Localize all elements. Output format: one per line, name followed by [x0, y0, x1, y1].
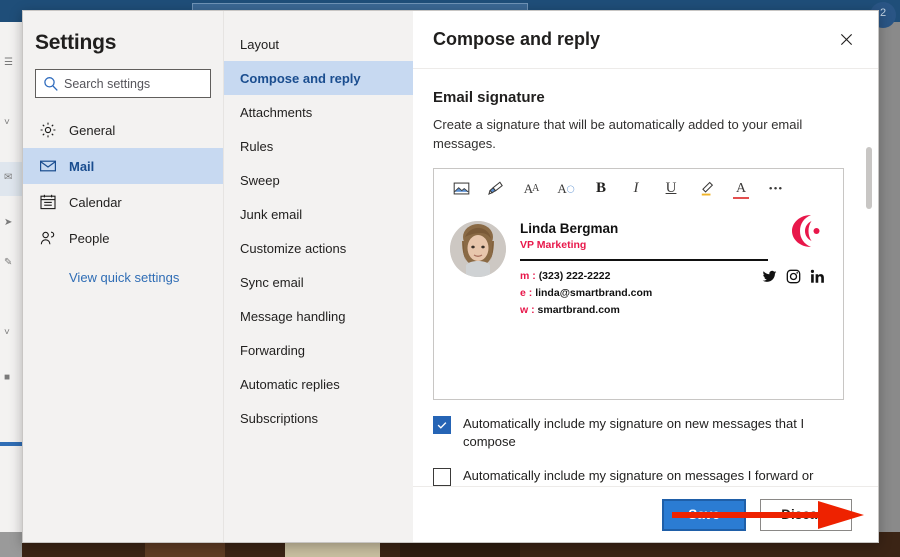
- signature-role: VP Marketing: [520, 238, 587, 251]
- sidebar-item-label: People: [69, 230, 110, 246]
- font-color-icon[interactable]: A: [730, 178, 752, 200]
- instagram-icon[interactable]: [786, 269, 801, 289]
- sidebar-item-label: General: [69, 122, 116, 138]
- search-input[interactable]: [60, 76, 225, 91]
- settings-sidebar: Settings General: [23, 11, 225, 542]
- page-title: Compose and reply: [433, 29, 601, 49]
- smartbrand-logo-icon: [787, 213, 823, 249]
- detail-body: Email signature Create a signature that …: [413, 69, 878, 486]
- checkbox-row-forward-reply[interactable]: Automatically include my signature on me…: [433, 467, 844, 486]
- checkbox-row-new-messages[interactable]: Automatically include my signature on ne…: [433, 415, 844, 452]
- format-painter-icon[interactable]: [485, 178, 507, 200]
- subnav-item-message-handling[interactable]: Message handling: [224, 299, 413, 333]
- contact-line-web: w : smartbrand.com: [520, 303, 620, 316]
- contact-key: w: [520, 303, 529, 316]
- signature-content[interactable]: Linda Bergman VP Marketing m : (323) 222…: [434, 209, 843, 399]
- envelope-icon: [39, 157, 57, 175]
- search-icon: [42, 75, 60, 93]
- sidebar-item-label: Mail: [69, 158, 95, 174]
- sidebar-item-label: Calendar: [69, 194, 122, 210]
- settings-dialog: Settings General: [22, 10, 879, 543]
- background-rail-send-icon: ➤: [4, 217, 13, 228]
- subnav-item-compose-and-reply[interactable]: Compose and reply: [224, 61, 413, 95]
- contact-value: (323) 222-2222: [538, 269, 611, 282]
- detail-pane: Compose and reply Email signature Create…: [413, 11, 878, 542]
- background-rail-chevron2-icon: ˅: [4, 327, 10, 338]
- linkedin-icon[interactable]: [810, 269, 825, 289]
- bold-icon[interactable]: B: [590, 178, 612, 200]
- signature-contacts: m : (323) 222-2222 e : linda@smartbrand.…: [520, 268, 768, 319]
- underline-icon[interactable]: U: [660, 178, 682, 200]
- more-options-icon[interactable]: •••: [765, 178, 787, 200]
- subnav-item-sync-email[interactable]: Sync email: [224, 265, 413, 299]
- sidebar-item-calendar[interactable]: Calendar: [23, 184, 223, 220]
- checkbox-new-messages[interactable]: [433, 415, 451, 434]
- background-rail-inbox-icon: ✉: [4, 172, 13, 183]
- subnav-item-automatic-replies[interactable]: Automatic replies: [224, 367, 413, 401]
- signature-toolbar: AA A ◯ B I U A •••: [434, 169, 843, 209]
- detail-scrollbar[interactable]: [866, 137, 872, 486]
- discard-button[interactable]: Discard: [760, 498, 852, 531]
- insert-picture-icon[interactable]: [450, 178, 472, 200]
- signature-divider: [520, 258, 768, 261]
- subnav-item-subscriptions[interactable]: Subscriptions: [224, 401, 413, 435]
- subnav-item-rules[interactable]: Rules: [224, 129, 413, 163]
- view-quick-settings-link[interactable]: View quick settings: [23, 270, 223, 285]
- background-rail-menu-icon: ☰: [4, 57, 13, 68]
- avatar: [450, 220, 506, 277]
- font-grow-icon[interactable]: A ◯: [555, 178, 577, 200]
- signature-editor[interactable]: AA A ◯ B I U A ••• Linda Bergman VP Mark…: [433, 167, 844, 400]
- settings-title: Settings: [35, 31, 117, 54]
- detail-header: Compose and reply: [413, 11, 878, 69]
- people-icon: [39, 229, 57, 247]
- signature-name: Linda Bergman: [520, 220, 619, 236]
- highlight-icon[interactable]: [695, 178, 717, 200]
- subnav-item-sweep[interactable]: Sweep: [224, 163, 413, 197]
- subnav-item-forwarding[interactable]: Forwarding: [224, 333, 413, 367]
- signature-text-block: Linda Bergman VP Marketing m : (323) 222…: [520, 221, 768, 319]
- contact-line-mobile: m : (323) 222-2222: [520, 269, 611, 282]
- close-icon[interactable]: [832, 26, 860, 54]
- contact-line-email: e : linda@smartbrand.com: [520, 286, 653, 299]
- font-size-icon[interactable]: AA: [520, 178, 542, 200]
- sidebar-item-people[interactable]: People: [23, 220, 223, 256]
- subnav-item-customize-actions[interactable]: Customize actions: [224, 231, 413, 265]
- italic-icon[interactable]: I: [625, 178, 647, 200]
- save-button[interactable]: Save: [662, 498, 746, 531]
- contact-key: m: [520, 269, 530, 282]
- checkbox-label: Automatically include my signature on ne…: [463, 415, 805, 450]
- contact-value: linda@smartbrand.com: [535, 286, 653, 299]
- section-title: Email signature: [433, 89, 545, 106]
- subnav-item-junk-email[interactable]: Junk email: [224, 197, 413, 231]
- scrollbar-thumb[interactable]: [866, 147, 872, 209]
- section-description: Create a signature that will be automati…: [433, 117, 803, 151]
- background-rail-draft-icon: ✎: [4, 257, 13, 268]
- sidebar-item-general[interactable]: General: [23, 112, 223, 148]
- calendar-icon: [39, 193, 57, 211]
- settings-subnav: Layout Compose and reply Attachments Rul…: [223, 11, 413, 542]
- subnav-item-attachments[interactable]: Attachments: [224, 95, 413, 129]
- background-rail-chevron-icon: ˅: [4, 117, 10, 128]
- search-settings-box[interactable]: [35, 69, 225, 98]
- gear-icon: [39, 121, 57, 139]
- twitter-icon[interactable]: [762, 269, 777, 289]
- detail-footer: Save Discard: [413, 486, 878, 542]
- sidebar-item-mail[interactable]: Mail: [23, 148, 223, 184]
- checkbox-forward-reply[interactable]: [433, 467, 451, 486]
- background-rail-archive-icon: ■: [4, 372, 11, 383]
- signature-social-links: [762, 269, 825, 289]
- checkbox-label: Automatically include my signature on me…: [463, 467, 814, 483]
- subnav-item-layout[interactable]: Layout: [224, 27, 413, 61]
- contact-value: smartbrand.com: [537, 303, 620, 316]
- background-rail-accent: [0, 442, 22, 446]
- background-left-rail: ☰ ˅ ✉ ➤ ✎ ˅ ■: [0, 22, 22, 532]
